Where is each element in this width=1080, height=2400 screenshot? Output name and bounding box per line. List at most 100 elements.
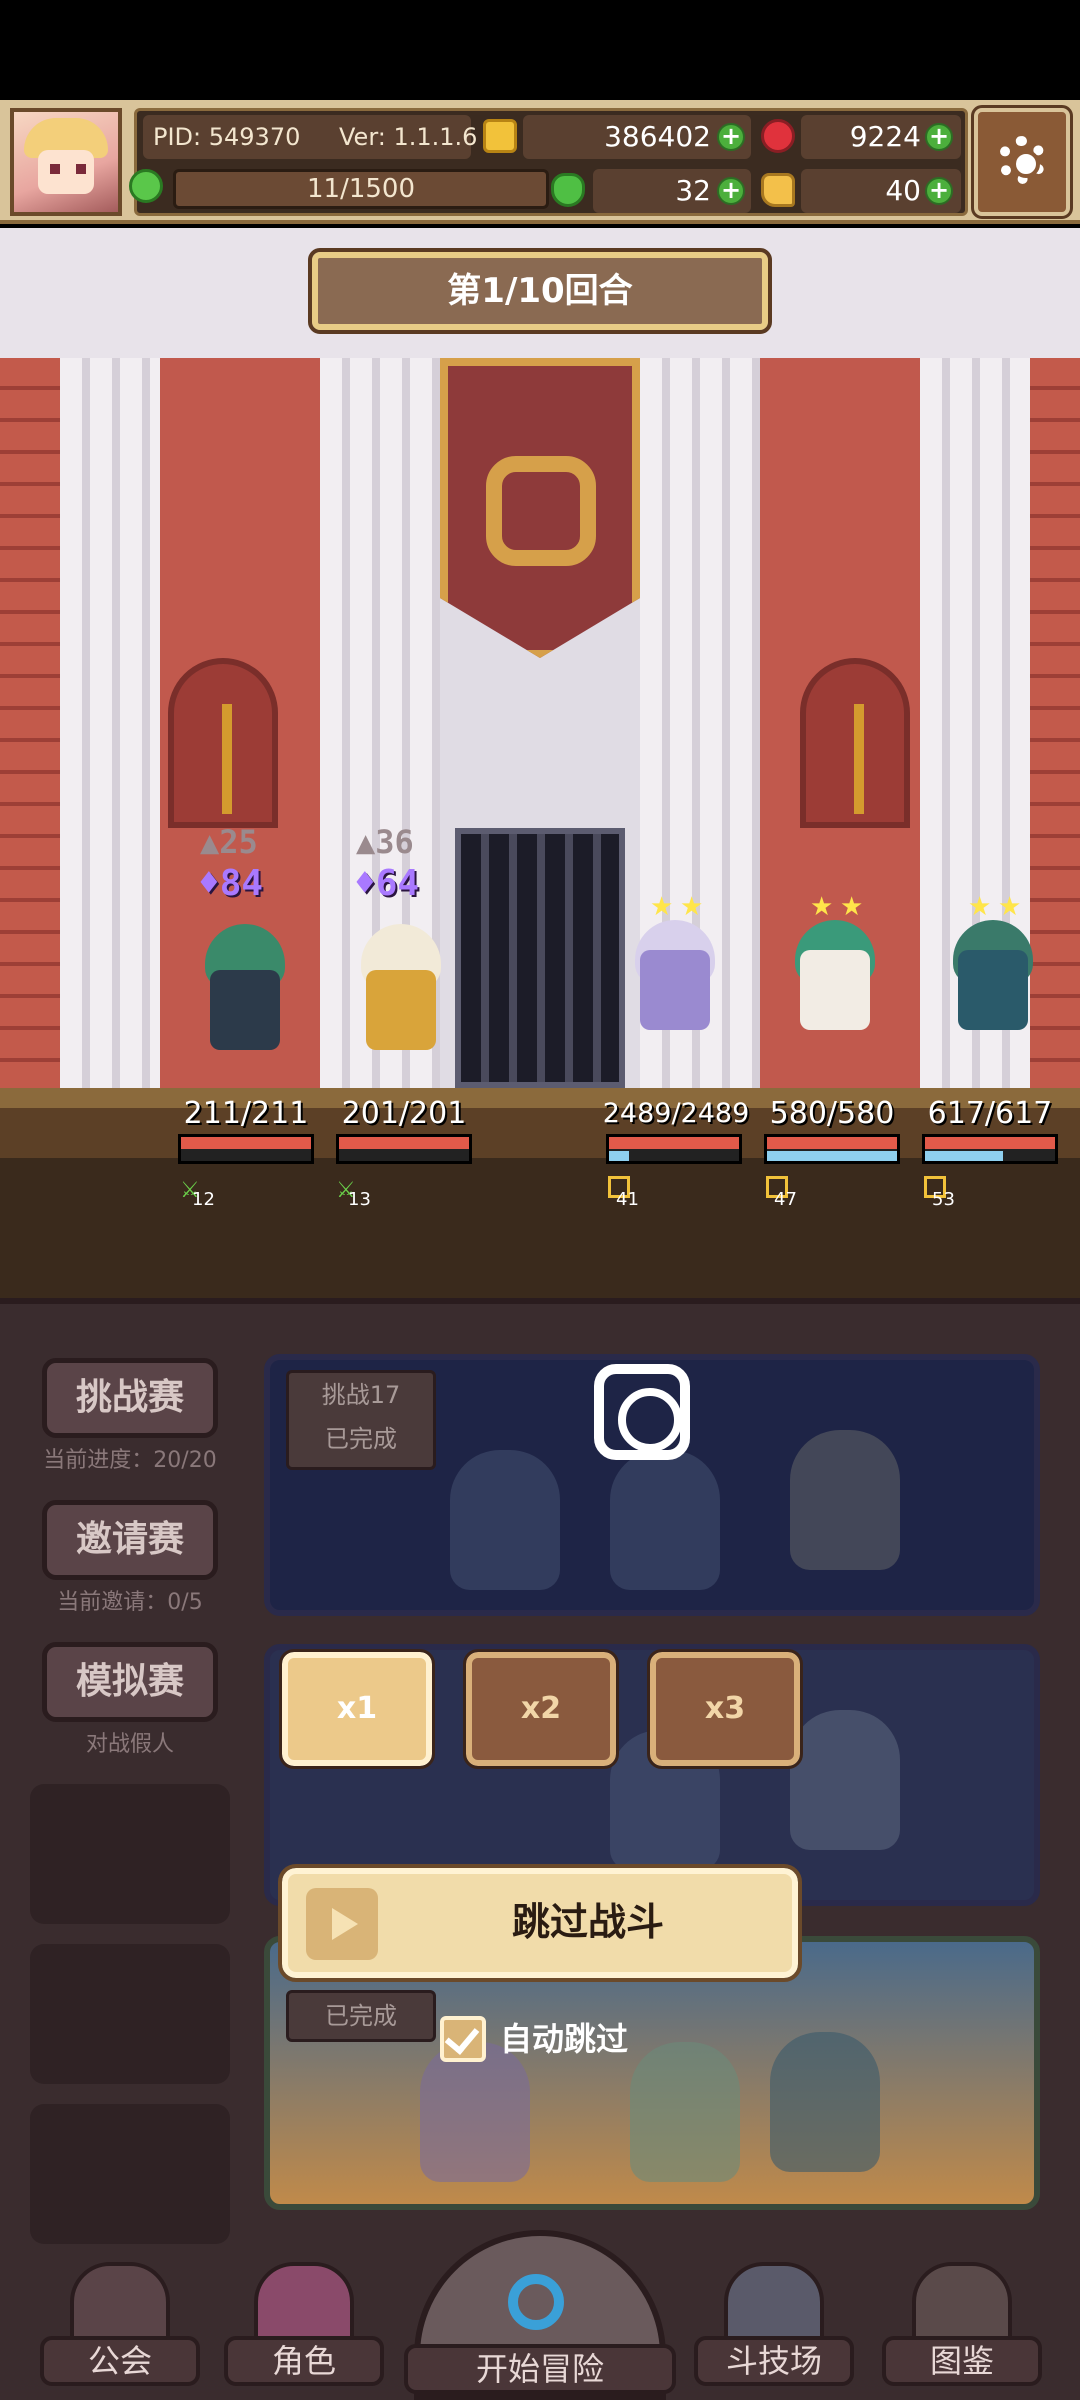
- magnifier-icon: [508, 2274, 564, 2330]
- enemy-2-sprite[interactable]: ★ ★: [770, 894, 900, 1040]
- speed-x3-button[interactable]: x3: [647, 1649, 803, 1769]
- ally-1-hp: 211/211: [183, 1096, 309, 1131]
- auto-skip-checkbox[interactable]: [440, 2016, 486, 2062]
- ally-2-hp-bar: [336, 1134, 472, 1164]
- ally-2-hp: 201/201: [341, 1096, 467, 1131]
- emblem-banner: [440, 358, 640, 658]
- ghost-figure: [420, 2042, 530, 2182]
- nav-codex[interactable]: 图鉴: [882, 2252, 1042, 2392]
- skip-battle-button[interactable]: 跳过战斗: [278, 1864, 802, 1982]
- ally-1-shield-value: 25: [219, 823, 258, 861]
- ghost-figure: [450, 1450, 560, 1590]
- round-label: 第1/10回合: [447, 271, 633, 311]
- sword-icon: [222, 704, 232, 814]
- auto-skip-label: 自动跳过: [500, 2020, 629, 2058]
- ally-1-sprite[interactable]: [180, 920, 310, 1060]
- ghost-figure: [610, 1450, 720, 1590]
- nav-adventure-label: 开始冒险: [404, 2344, 676, 2394]
- speed-x2-button[interactable]: x2: [463, 1649, 619, 1769]
- nav-character[interactable]: 角色: [224, 2252, 384, 2392]
- speed-x1-button[interactable]: x1: [279, 1649, 435, 1769]
- invite-tab[interactable]: 邀请赛: [42, 1500, 218, 1580]
- ally-1-shield: ▲25: [200, 823, 258, 861]
- enemy-1-level: 41: [616, 1189, 639, 1210]
- gold-coin-icon: [483, 119, 517, 153]
- gem-icon: [761, 119, 795, 153]
- nav-adventure[interactable]: 开始冒险: [404, 2230, 676, 2400]
- ally-2-shield-value: 36: [375, 823, 414, 861]
- mp-fill: [767, 1151, 897, 1161]
- nav-codex-label: 图鉴: [882, 2336, 1042, 2386]
- nav-arena[interactable]: 斗技场: [694, 2252, 854, 2392]
- challenge-tab[interactable]: 挑战赛: [42, 1358, 218, 1438]
- ally-1-body: [210, 970, 280, 1050]
- add-gold-icon[interactable]: +: [717, 123, 745, 151]
- empty-slot: [30, 1784, 230, 1924]
- ally-1-attack: ♦84: [198, 863, 264, 904]
- settings-button[interactable]: [971, 105, 1073, 219]
- invite-progress: 当前邀请：0/5: [57, 1590, 203, 1615]
- ally-2-attack-value: 64: [375, 863, 420, 904]
- sword-niche: [800, 658, 910, 828]
- hp-fill: [925, 1137, 1055, 1149]
- mp-fill: [609, 1151, 629, 1161]
- sword-niche: [168, 658, 278, 828]
- hp-fill: [767, 1137, 897, 1149]
- nav-character-label: 角色: [224, 2336, 384, 2386]
- iron-gate: [455, 828, 625, 1088]
- stamina-icon: [129, 169, 163, 203]
- avatar-eye: [50, 164, 60, 174]
- enemy-1-hp: 2489/2489: [602, 1098, 750, 1129]
- gold-value: 386402: [604, 120, 711, 153]
- challenge-card-status: 已完成: [325, 1425, 397, 1453]
- add-hand-icon[interactable]: +: [925, 177, 953, 205]
- gear-icon: [998, 136, 1046, 184]
- enemy-1-body: [640, 950, 710, 1030]
- ally-1-hp-bar: [178, 1134, 314, 1164]
- star-icon: ★: [968, 892, 992, 922]
- enemy-3-hp: 617/617: [927, 1096, 1053, 1131]
- challenge-card-title: 挑战17: [321, 1381, 401, 1409]
- star-icon: ★: [680, 892, 704, 922]
- target-icon[interactable]: [594, 1364, 690, 1460]
- hp-fill: [609, 1137, 739, 1149]
- skip-battle-label: 跳过战斗: [511, 1900, 664, 1944]
- battle-scene: [0, 228, 1080, 1298]
- version-label: Ver: 1.1.1.6: [339, 123, 478, 151]
- enemy-2-hp: 580/580: [769, 1096, 895, 1131]
- octagon-emblem-icon: [486, 456, 596, 566]
- stamina-bar: 11/1500: [173, 169, 549, 209]
- empty-slot: [30, 2104, 230, 2244]
- mock-subtitle: 对战假人: [85, 1732, 174, 1757]
- challenge-progress: 当前进度：20/20: [43, 1448, 217, 1473]
- info-panel: PID: 549370 Ver: 1.1.1.6 386402 + 9224 +…: [129, 108, 968, 216]
- ally-2-level: 13: [348, 1189, 371, 1210]
- nav-guild-label: 公会: [40, 2336, 200, 2386]
- ghost-figure: [790, 1710, 900, 1850]
- clover-icon: [551, 173, 585, 207]
- mp-fill: [925, 1151, 1003, 1161]
- add-clover-icon[interactable]: +: [717, 177, 745, 205]
- enemy-3-body: [958, 950, 1028, 1030]
- ghost-figure: [770, 2032, 880, 2172]
- add-gem-icon[interactable]: +: [925, 123, 953, 151]
- star-icon: ★: [810, 892, 834, 922]
- nav-arena-label: 斗技场: [694, 2336, 854, 2386]
- id-row: PID: 549370 Ver: 1.1.1.6: [143, 115, 477, 159]
- ally-2-shield: ▲36: [356, 823, 414, 861]
- sword-icon: [854, 704, 864, 814]
- status-bar: [0, 0, 1080, 100]
- ally-2-sprite[interactable]: [336, 920, 466, 1060]
- enemy-3-sprite[interactable]: ★ ★: [928, 894, 1058, 1040]
- enemy-2-body: [800, 950, 870, 1030]
- hp-fill: [339, 1137, 469, 1149]
- ally-2-body: [366, 970, 436, 1050]
- clover-value: 32: [675, 174, 711, 207]
- player-avatar[interactable]: [10, 108, 122, 216]
- hand-value: 40: [885, 174, 921, 207]
- enemy-1-sprite[interactable]: ★ ★: [610, 894, 740, 1040]
- enemy-2-hp-bar: [764, 1134, 900, 1164]
- mock-tab[interactable]: 模拟赛: [42, 1642, 218, 1722]
- nav-guild[interactable]: 公会: [40, 2252, 200, 2392]
- enemy-3-level: 53: [932, 1189, 955, 1210]
